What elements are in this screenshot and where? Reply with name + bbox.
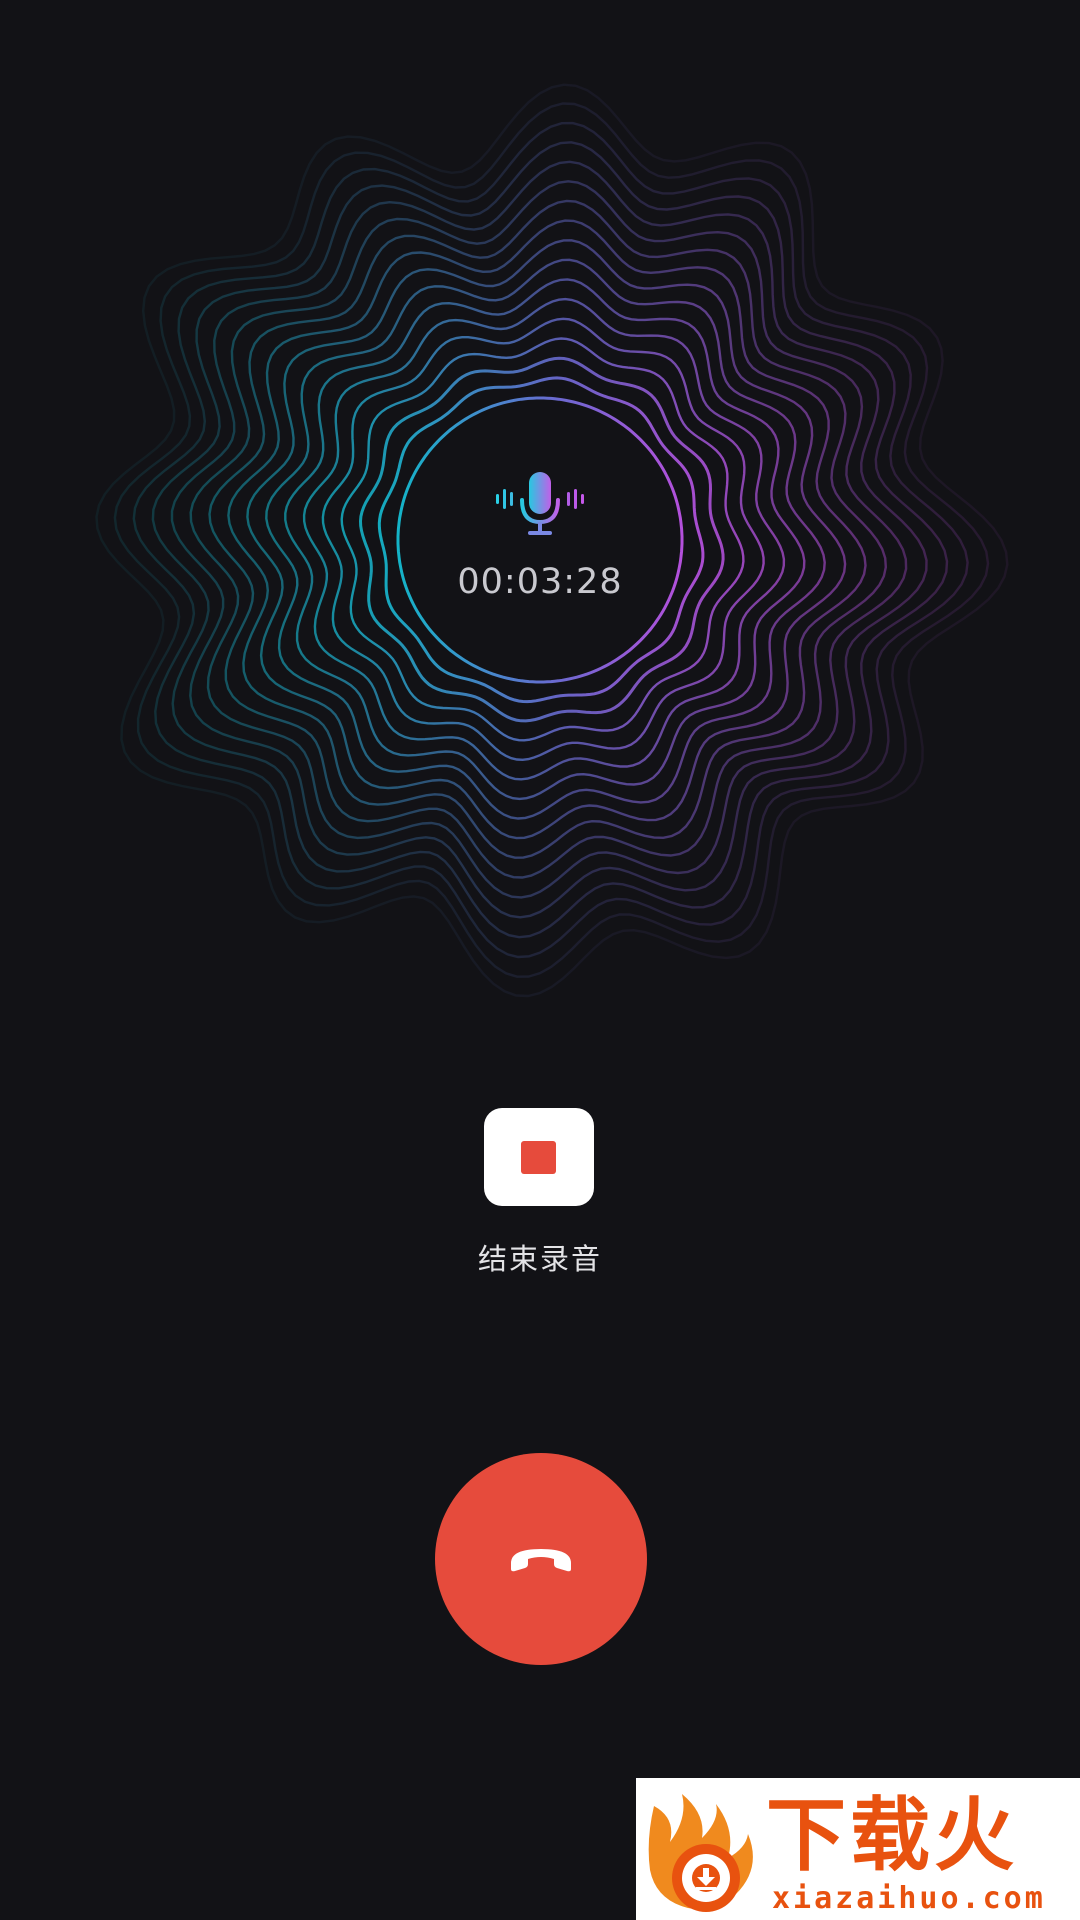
stop-square-icon xyxy=(521,1141,556,1174)
recording-timer: 00:03:28 xyxy=(457,562,623,602)
stop-recording-button[interactable] xyxy=(484,1108,594,1206)
watermark-logo-banner: 下载火 xiazaihuo.com xyxy=(636,1778,1080,1920)
phone-hangup-icon xyxy=(511,1549,571,1572)
microphone-icon xyxy=(496,472,584,535)
recording-screen: 00:03:28 结束录音 下载火 xiazaihuo.com xyxy=(0,0,1080,1920)
watermark-title: 下载火 xyxy=(766,1789,1018,1882)
stop-recording-label: 结束录音 xyxy=(477,1242,602,1276)
flame-download-logo-icon xyxy=(648,1794,753,1912)
hangup-button[interactable] xyxy=(435,1453,647,1665)
watermark-url: xiazaihuo.com xyxy=(772,1881,1046,1916)
